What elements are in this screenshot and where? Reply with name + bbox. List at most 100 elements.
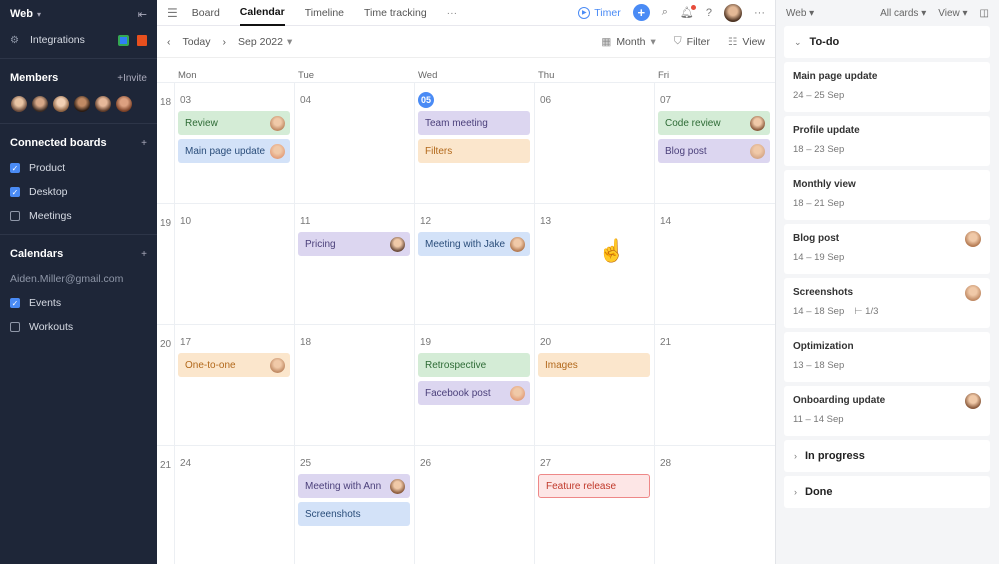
calendar-day-cell[interactable]: 10 [174,204,294,324]
avatar[interactable] [10,95,28,113]
avatar[interactable] [115,95,133,113]
task-card[interactable]: Monthly view 18 – 21 Sep [784,170,990,220]
calendar-day-cell[interactable]: 17 One-to-one [174,325,294,445]
task-dates: 13 – 18 Sep [793,360,845,371]
chevron-down-icon[interactable]: ▾ [37,10,41,19]
tab-board[interactable]: Board [192,0,220,26]
filter-button[interactable]: ⛉ Filter [674,35,710,48]
calendar-day-cell[interactable]: 11 Pricing [294,204,414,324]
board-select[interactable]: Web ▾ [786,8,814,19]
calendar-day-cell[interactable]: 28 [654,446,774,564]
task-card[interactable]: Main page update 24 – 25 Sep [784,62,990,112]
view-button[interactable]: ☷ View [728,35,765,48]
calendar-event[interactable]: Main page update [178,139,290,163]
calendar-day-cell[interactable]: 13 [534,204,654,324]
avatar[interactable] [31,95,49,113]
month-picker[interactable]: Sep 2022 ▾ [238,36,292,48]
calendar-event[interactable]: Blog post [658,139,770,163]
task-card[interactable]: Blog post 14 – 19 Sep [784,224,990,274]
calendar-day-cell[interactable]: 06 [534,83,654,203]
checkbox-unchecked-icon[interactable] [10,322,20,332]
todo-section[interactable]: ⌄ To-do [784,26,990,58]
add-calendar-button[interactable]: + [141,249,147,260]
task-card[interactable]: Profile update 18 – 23 Sep [784,116,990,166]
calendar-day-cell[interactable]: 07 Code review Blog post [654,83,774,203]
calendar-event[interactable]: Facebook post [418,381,530,405]
in-progress-header[interactable]: › In progress [784,440,990,472]
calendar-event[interactable]: Meeting with Jake [418,232,530,256]
calendar-day-cell[interactable]: 18 [294,325,414,445]
checkbox-checked-icon[interactable]: ✓ [10,187,20,197]
more-icon[interactable]: ··· [754,7,765,19]
tab-calendar[interactable]: Calendar [239,0,285,26]
done-header[interactable]: › Done [784,476,990,508]
todo-header[interactable]: ⌄ To-do [784,26,990,58]
calendar-event[interactable]: Review [178,111,290,135]
search-icon[interactable]: ⌕ [662,6,668,19]
calendar-event[interactable]: Retrospective [418,353,530,377]
workspace-name[interactable]: Web [10,8,33,20]
integrations-label[interactable]: Integrations [30,34,85,46]
office-icon[interactable] [137,34,147,46]
calendar-day-cell[interactable]: 14 [654,204,774,324]
calendar-event[interactable]: Pricing [298,232,410,256]
cards-filter[interactable]: All cards ▾ [880,8,926,19]
done-section[interactable]: › Done [784,476,990,508]
calendar-day-cell[interactable]: 20 Images [534,325,654,445]
checkbox-unchecked-icon[interactable] [10,211,20,221]
add-button[interactable]: + [632,4,650,21]
prev-month-icon[interactable]: ‹ [167,36,171,48]
calendar-event[interactable]: Team meeting [418,111,530,135]
calendar-day-cell[interactable]: 26 [414,446,534,564]
in-progress-section[interactable]: › In progress [784,440,990,472]
calendar-day-cell[interactable]: 03 Review Main page update [174,83,294,203]
calendar-day-cell[interactable]: 24 [174,446,294,564]
calendar-event[interactable]: Filters [418,139,530,163]
today-button[interactable]: Today [183,36,211,48]
task-card[interactable]: Screenshots 14 – 18 Sep ⊢ 1/3 [784,278,990,328]
calendar-day-cell[interactable]: 04 [294,83,414,203]
calendar-day-cell[interactable]: 25 Meeting with Ann Screenshots [294,446,414,564]
calendar-event[interactable]: Images [538,353,650,377]
tab-time-tracking[interactable]: Time tracking [364,0,427,26]
board-item-desktop[interactable]: ✓ Desktop [0,180,157,204]
calendar-event[interactable]: Code review [658,111,770,135]
next-month-icon[interactable]: › [223,36,227,48]
calendar-day-cell[interactable]: 19 Retrospective Facebook post [414,325,534,445]
close-panel-icon[interactable]: ◫ [980,8,989,19]
tab-timeline[interactable]: Timeline [305,0,344,26]
checkbox-checked-icon[interactable]: ✓ [10,163,20,173]
integrations-row[interactable]: ⚙ Integrations [0,28,157,52]
calendar-item-workouts[interactable]: Workouts [0,315,157,339]
task-card[interactable]: Onboarding update 11 – 14 Sep [784,386,990,436]
board-item-product[interactable]: ✓ Product [0,156,157,180]
collapse-sidebar-icon[interactable]: ⇤ [138,8,147,21]
bell-icon[interactable]: 🔔︎ [680,5,696,19]
menu-icon[interactable]: ☰ [167,6,178,20]
avatar[interactable] [52,95,70,113]
calendar-event[interactable]: Feature release [538,474,650,498]
panel-view-select[interactable]: View ▾ [938,8,967,19]
board-item-meetings[interactable]: Meetings [0,204,157,228]
calendar-event[interactable]: Meeting with Ann [298,474,410,498]
help-icon[interactable]: ? [706,7,712,19]
user-avatar[interactable] [724,3,742,22]
checkbox-checked-icon[interactable]: ✓ [10,298,20,308]
calendar-day-cell[interactable]: 05 Team meeting Filters [414,83,534,203]
calendar-item-events[interactable]: ✓ Events [0,291,157,315]
workspace-header[interactable]: Web ▾ ⇤ [0,0,157,28]
more-tabs-icon[interactable]: ··· [447,0,458,26]
calendar-event[interactable]: One-to-one [178,353,290,377]
calendar-event[interactable]: Screenshots [298,502,410,526]
view-mode-select[interactable]: ▦ Month ▾ [601,35,655,48]
avatar[interactable] [94,95,112,113]
google-calendar-icon[interactable] [118,34,129,46]
invite-button[interactable]: +Invite [117,73,147,84]
calendar-day-cell[interactable]: 12 Meeting with Jake [414,204,534,324]
timer-button[interactable]: ▶ Timer [578,6,621,19]
calendar-day-cell[interactable]: 21 [654,325,774,445]
calendar-day-cell[interactable]: 27 Feature release [534,446,654,564]
avatar[interactable] [73,95,91,113]
add-board-button[interactable]: + [141,138,147,149]
task-card[interactable]: Optimization 13 – 18 Sep [784,332,990,382]
